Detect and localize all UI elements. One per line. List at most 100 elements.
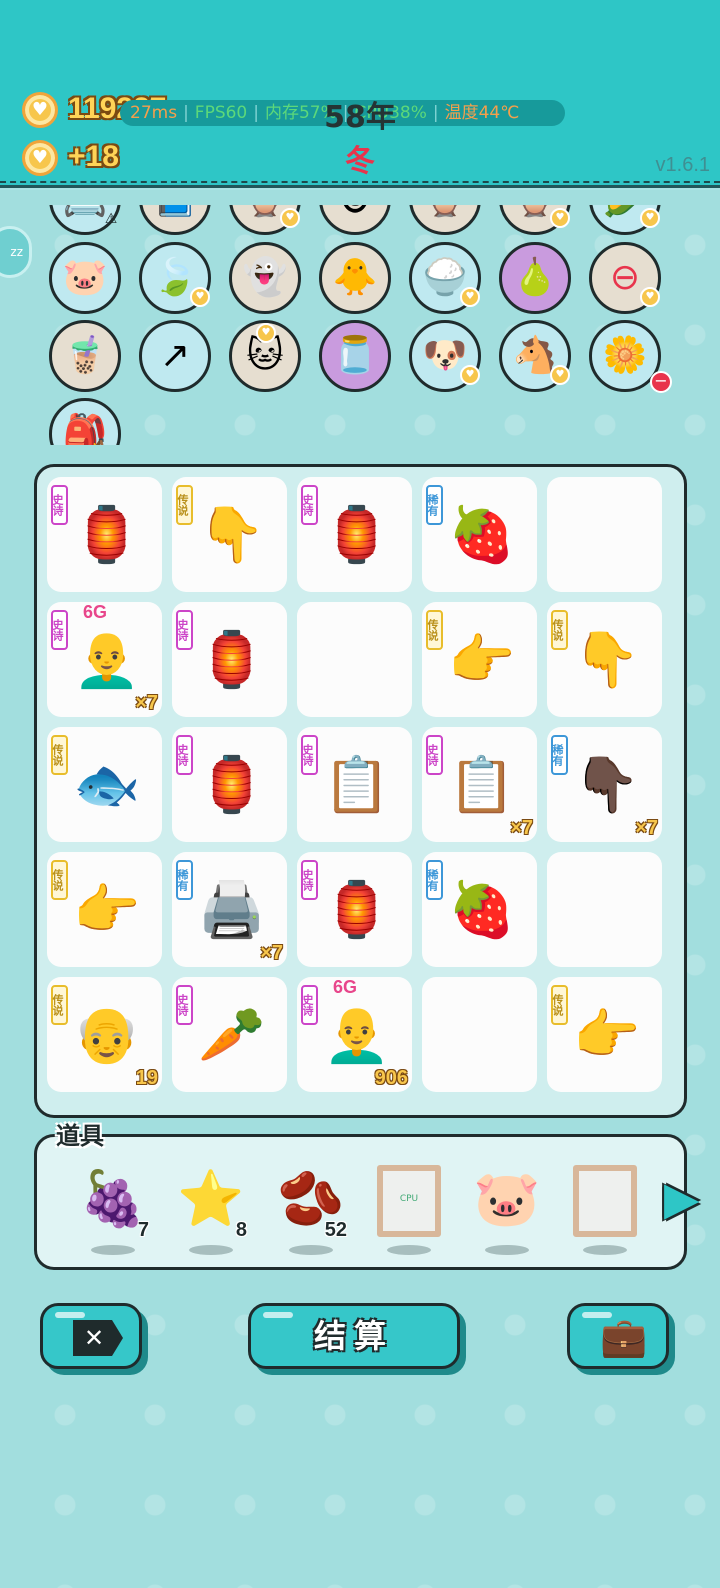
rarity-tag: 传说	[51, 985, 68, 1025]
flower-pot-icon: 🌼	[602, 335, 648, 376]
item-bubble-tea[interactable]: 🧋	[49, 320, 121, 392]
item-level-label: 6G	[83, 602, 108, 622]
prop-liver[interactable]: 🫘 52	[271, 1159, 351, 1255]
item-chick[interactable]: 🐥	[319, 242, 391, 314]
grid-cell[interactable]: 传说 👇	[547, 602, 662, 717]
rarity-tag: 传说	[426, 610, 443, 650]
rarity-tag: 史诗	[426, 735, 443, 775]
item-icon: 🏮	[73, 503, 141, 566]
item-flower-pot[interactable]: 🌼 −	[589, 320, 672, 393]
rarity-tag: 史诗	[176, 985, 193, 1025]
item-jar[interactable]: 🫙	[319, 320, 391, 392]
item-guava[interactable]: 🍐	[499, 242, 571, 314]
item-card-icon[interactable]: 📇⚠	[49, 205, 121, 235]
rarity-tag: 史诗	[301, 485, 318, 525]
item-icon: 🖨️	[198, 878, 266, 941]
rarity-tag: 传说	[551, 985, 568, 1025]
prop-piggy[interactable]: 🐷	[467, 1159, 547, 1255]
grid-cell-empty[interactable]	[547, 477, 662, 592]
grid-cell[interactable]: 传说 👴 19	[47, 977, 162, 1092]
close-icon: ✕	[73, 1320, 123, 1356]
grid-cell[interactable]: 史诗 📋 ×7	[422, 727, 537, 842]
settle-button[interactable]: 结算	[248, 1303, 460, 1369]
prop-shadow	[387, 1245, 431, 1255]
rarity-tag: 史诗	[51, 485, 68, 525]
grid-cell-empty[interactable]	[422, 977, 537, 1092]
book-icon: 📘	[153, 205, 198, 219]
item-minus[interactable]: ⊖ ♥	[589, 242, 661, 314]
grid-cell[interactable]: 传说 👉	[47, 852, 162, 967]
rarity-tag: 传说	[51, 735, 68, 775]
prop-bayberry[interactable]: 🍇 7	[73, 1159, 153, 1255]
empty-frame-icon	[573, 1165, 637, 1237]
item-book-icon[interactable]: 📘	[139, 205, 211, 235]
heart-icon: ♥	[256, 323, 276, 343]
item-horse-pair[interactable]: 🐴 ♥	[499, 320, 571, 392]
prop-empty-frame[interactable]	[565, 1159, 645, 1255]
item-icon: 🏮	[323, 503, 391, 566]
grid-cell[interactable]: 稀有 🖨️ ×7	[172, 852, 287, 967]
grid-cell[interactable]: 稀有 🍓	[422, 477, 537, 592]
item-dog[interactable]: 🐶 ♥	[409, 320, 481, 392]
inventory-bag-button[interactable]: 💼	[567, 1303, 669, 1369]
item-corn-icon[interactable]: 🌽♥	[589, 205, 661, 235]
guava-icon: 🍐	[512, 257, 558, 298]
item-leaf[interactable]: 🍃 ♥	[139, 242, 211, 314]
item-cat-pair[interactable]: 🐱 ♥	[229, 320, 301, 392]
grid-cell[interactable]: 史诗 🏮	[172, 727, 287, 842]
jar-icon: 🫙	[332, 335, 378, 376]
cpu-chip-icon: CPU	[377, 1165, 441, 1237]
settle-button-label: 结算	[313, 1317, 394, 1355]
item-arrow-card[interactable]: ↗	[139, 320, 211, 392]
item-owl-pair-icon[interactable]: 🦉	[409, 205, 481, 235]
rarity-tag: 稀有	[551, 735, 568, 775]
grid-cell[interactable]: 传说 👉	[547, 977, 662, 1092]
item-piggy-bank[interactable]: 🐷	[49, 242, 121, 314]
grid-cell[interactable]: 传说 🐟	[47, 727, 162, 842]
heart-icon: ♥	[640, 287, 660, 307]
item-icon: 🍓	[448, 503, 516, 566]
grid-cell-empty[interactable]	[547, 852, 662, 967]
item-owl-icon[interactable]: 🦉♥	[229, 205, 301, 235]
item-icon: 👉	[73, 878, 141, 941]
grid-cell[interactable]: 史诗 🏮	[297, 477, 412, 592]
card-icon: 📇	[63, 205, 108, 219]
grid-cell[interactable]: 史诗 👨‍🦲 6G 906	[297, 977, 412, 1092]
grid-cell[interactable]: 史诗 🏮	[297, 852, 412, 967]
item-ghost[interactable]: 👻	[229, 242, 301, 314]
grid-cell[interactable]: 史诗 📋	[297, 727, 412, 842]
heart-icon: ♥	[550, 365, 570, 385]
item-sack[interactable]: 🎒	[49, 398, 121, 445]
heart-icon: ♥	[190, 287, 210, 307]
prop-cpu-frame[interactable]: CPU	[369, 1159, 449, 1255]
item-icon: 👇	[573, 628, 641, 691]
item-icon: 👴	[73, 1003, 141, 1066]
grid-cell-empty[interactable]	[297, 602, 412, 717]
piggy-bank-icon: 🐷	[473, 1167, 541, 1230]
grid-cell[interactable]: 稀有 🍓	[422, 852, 537, 967]
grid-cell[interactable]: 史诗 🏮	[172, 602, 287, 717]
remove-icon: −	[650, 371, 672, 393]
rarity-tag: 稀有	[426, 485, 443, 525]
grid-cell[interactable]: 史诗 👨‍🦲 6G ×7	[47, 602, 162, 717]
warning-icon: ⚠	[104, 211, 118, 227]
prop-star[interactable]: ⭐ 8	[171, 1159, 251, 1255]
item-owl-small-icon[interactable]: 🦉♥	[499, 205, 571, 235]
grid-cell[interactable]: 稀有 👇🏿 ×7	[547, 727, 662, 842]
props-next-arrow-icon[interactable]: ▶	[664, 1168, 699, 1228]
props-title: 道具	[56, 1122, 104, 1150]
item-count: 906	[374, 1067, 408, 1089]
item-monkey-icon[interactable]: 🐵	[319, 205, 391, 235]
rarity-tag: 史诗	[301, 860, 318, 900]
grid-cell[interactable]: 传说 👇	[172, 477, 287, 592]
item-icon: 👨‍🦲	[73, 628, 141, 691]
grid-cell[interactable]: 传说 👉	[422, 602, 537, 717]
item-rice-bowl[interactable]: 🍚 ♥	[409, 242, 481, 314]
cancel-button[interactable]: ✕	[40, 1303, 142, 1369]
prop-shadow	[485, 1245, 529, 1255]
rarity-tag: 史诗	[301, 985, 318, 1025]
grid-cell[interactable]: 史诗 🏮	[47, 477, 162, 592]
grid-cell[interactable]: 史诗 🥕	[172, 977, 287, 1092]
item-icon: 👉	[448, 628, 516, 691]
game-year: 58年	[324, 100, 396, 135]
